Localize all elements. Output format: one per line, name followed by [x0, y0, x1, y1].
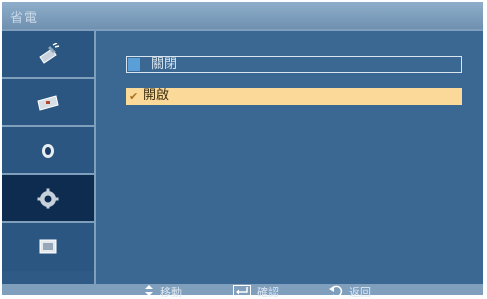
menu-title: 省電 [10, 11, 39, 26]
category-sidebar [2, 31, 94, 284]
osd-window: 省電 關閉 ✔ 開啟 移動 確認 返回 [2, 2, 483, 299]
footer-return-label: 返回 [349, 286, 371, 299]
sound-icon [36, 139, 60, 161]
title-bar: 省電 [2, 2, 483, 29]
footer-move-label: 移動 [160, 286, 182, 299]
picture-icon [36, 42, 60, 65]
options-panel: 關閉 ✔ 開啟 [96, 31, 483, 284]
option-on[interactable]: ✔ 開啟 [126, 88, 462, 105]
settings-gear-icon [36, 187, 60, 209]
option-off[interactable]: 關閉 [126, 56, 462, 73]
option-off-label: 關閉 [151, 57, 178, 72]
sidebar-item-sound[interactable] [2, 127, 94, 175]
sidebar-item-input[interactable] [2, 79, 94, 127]
option-on-label: 開啟 [143, 88, 170, 103]
option-marker [128, 58, 140, 71]
sidebar-item-multi-screen[interactable] [2, 223, 94, 271]
sidebar-item-setup[interactable] [2, 175, 94, 223]
check-icon: ✔ [129, 90, 139, 103]
footer-enter-label: 確認 [257, 286, 279, 299]
multi-screen-icon [36, 235, 60, 257]
input-source-icon [36, 91, 60, 113]
sidebar-item-picture[interactable] [2, 31, 94, 79]
